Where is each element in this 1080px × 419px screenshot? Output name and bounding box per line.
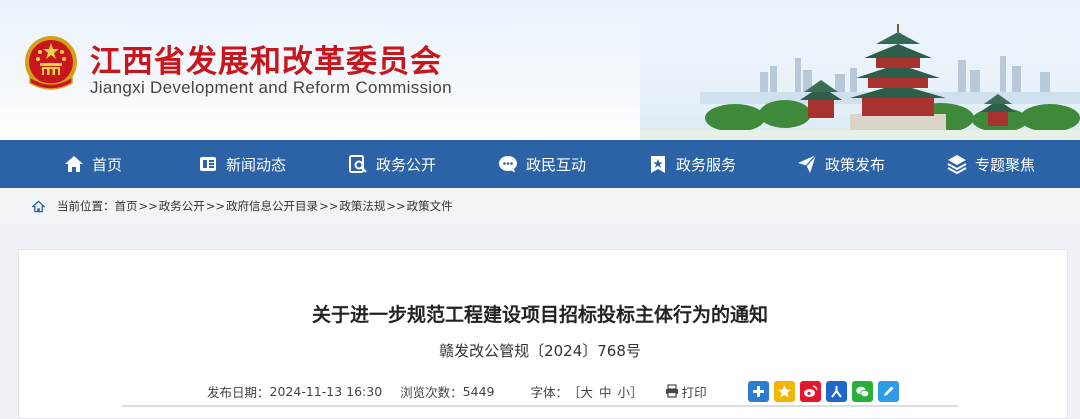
search-document-icon	[349, 155, 367, 173]
breadcrumb-item-home[interactable]: 首页	[115, 198, 138, 214]
breadcrumb-separator: >>	[138, 199, 158, 213]
breadcrumb-item-info-catalog[interactable]: 政府信息公开目录	[226, 198, 318, 214]
nav-item-label: 政民互动	[526, 155, 587, 174]
paper-plane-icon	[798, 154, 817, 173]
nav-item-gov-affairs[interactable]: 政务公开	[348, 140, 436, 188]
nav-item-label: 首页	[92, 155, 123, 174]
print-label: 打印	[681, 384, 707, 400]
nav-item-home[interactable]: 首页	[64, 140, 122, 188]
site-title: 江西省发展和改革委员会	[90, 44, 442, 80]
breadcrumb-item-gov-affairs[interactable]: 政务公开	[159, 198, 205, 214]
date-value: 2024-11-13 16:30	[269, 383, 383, 399]
plus-share-icon	[753, 386, 764, 397]
bookmark-star-icon	[651, 156, 665, 173]
breadcrumb-item-regulations[interactable]: 政策法规	[339, 198, 385, 214]
national-emblem-icon	[25, 36, 77, 90]
breadcrumb-item-policy-docs[interactable]: 政策文件	[407, 198, 453, 214]
breadcrumb-prefix: 当前位置：	[57, 199, 115, 213]
home-icon	[32, 200, 45, 212]
nav-item-services[interactable]: 政务服务	[648, 140, 736, 188]
views-value: 5449	[462, 383, 495, 399]
font-size-large-button[interactable]: 大	[581, 382, 594, 401]
main-nav: 首页 新闻动态 政务公开 政民互动 政务服务 政策发布 专题聚焦	[0, 140, 1080, 188]
renren-icon	[831, 386, 842, 398]
pencil-icon	[884, 386, 894, 396]
home-icon	[65, 156, 83, 172]
weibo-icon	[804, 385, 818, 397]
share-wechat-button[interactable]	[852, 381, 873, 402]
article-meta: 发布日期： 2024-11-13 16:30 浏览次数： 5449 字体： ［ …	[207, 380, 707, 402]
share-qzone-button[interactable]	[774, 381, 795, 402]
wechat-icon	[856, 386, 870, 398]
font-size-small-button[interactable]: 小	[618, 382, 631, 401]
nav-item-label: 政务公开	[376, 155, 437, 174]
views-label: 浏览次数：	[400, 384, 463, 400]
chat-bubble-icon	[499, 156, 517, 173]
bracket-open: ［	[568, 384, 581, 400]
qzone-star-icon	[778, 385, 791, 398]
nav-item-policy[interactable]: 政策发布	[797, 140, 885, 188]
document-number: 赣发改公管规〔2024〕768号	[439, 342, 641, 360]
printer-icon	[665, 384, 678, 398]
font-size-label: 字体：	[530, 384, 568, 400]
share-note-button[interactable]	[878, 381, 899, 402]
nav-item-interaction[interactable]: 政民互动	[498, 140, 586, 188]
breadcrumb: 当前位置： 首页 >> 政务公开 >> 政府信息公开目录 >> 政策法规 >> …	[32, 188, 453, 224]
tengwang-pavilion-illustration	[640, 0, 1080, 140]
page-title: 关于进一步规范工程建设项目招标投标主体行为的通知	[311, 304, 768, 326]
header-banner: 江西省发展和改革委员会 Jiangxi Development and Refo…	[0, 0, 1080, 140]
newspaper-icon	[200, 157, 216, 171]
share-renren-button[interactable]	[826, 381, 847, 402]
nav-item-news[interactable]: 新闻动态	[198, 140, 286, 188]
breadcrumb-separator: >>	[386, 199, 406, 213]
print-button[interactable]: 打印	[665, 382, 707, 401]
nav-item-label: 专题聚焦	[975, 155, 1036, 174]
share-weibo-button[interactable]	[800, 381, 821, 402]
layers-icon	[947, 155, 967, 174]
share-more-button[interactable]	[748, 381, 769, 402]
nav-item-label: 政策发布	[825, 155, 886, 174]
nav-item-topics[interactable]: 专题聚焦	[947, 140, 1035, 188]
font-size-medium-button[interactable]: 中	[599, 382, 612, 401]
breadcrumb-bar: 当前位置： 首页 >> 政务公开 >> 政府信息公开目录 >> 政策法规 >> …	[0, 188, 1080, 224]
site-subtitle: Jiangxi Development and Reform Commissio…	[90, 78, 452, 97]
nav-item-label: 政务服务	[676, 155, 737, 174]
nav-item-label: 新闻动态	[226, 155, 287, 174]
bracket-close: ］	[630, 384, 643, 400]
date-label: 发布日期：	[207, 384, 270, 400]
breadcrumb-separator: >>	[205, 199, 226, 213]
breadcrumb-separator: >>	[319, 199, 339, 213]
